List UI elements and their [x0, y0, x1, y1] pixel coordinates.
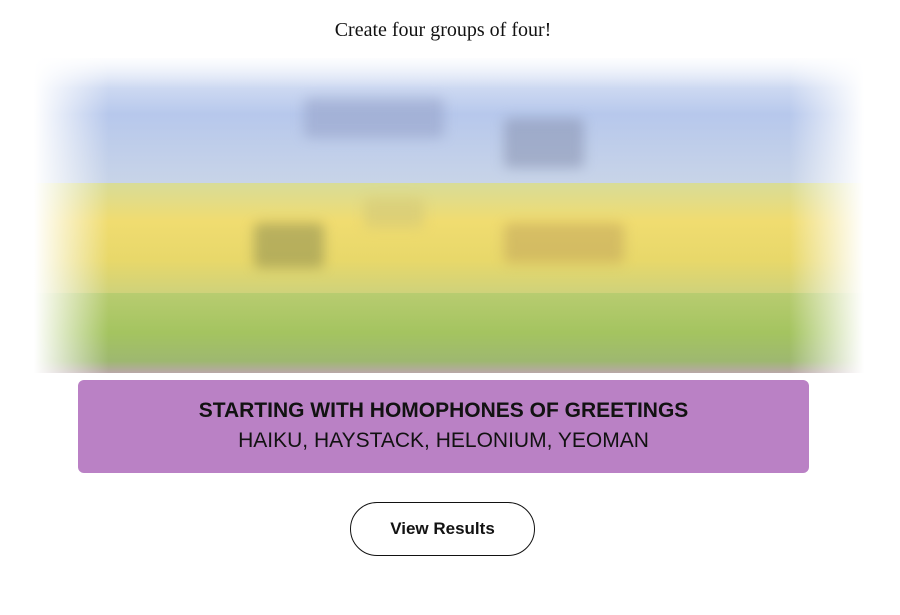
- blurred-board-image: [34, 58, 864, 373]
- connections-game-page: Create four groups of four! STARTING WIT…: [0, 0, 900, 615]
- view-results-button[interactable]: View Results: [350, 502, 535, 556]
- solved-group-members: HAIKU, HAYSTACK, HELONIUM, YEOMAN: [238, 429, 649, 452]
- solved-group-title: STARTING WITH HOMOPHONES OF GREETINGS: [198, 399, 689, 422]
- board-image-edge-fade: [34, 58, 864, 373]
- game-instructions: Create four groups of four!: [334, 19, 552, 41]
- solved-group-card: STARTING WITH HOMOPHONES OF GREETINGS HA…: [78, 380, 809, 473]
